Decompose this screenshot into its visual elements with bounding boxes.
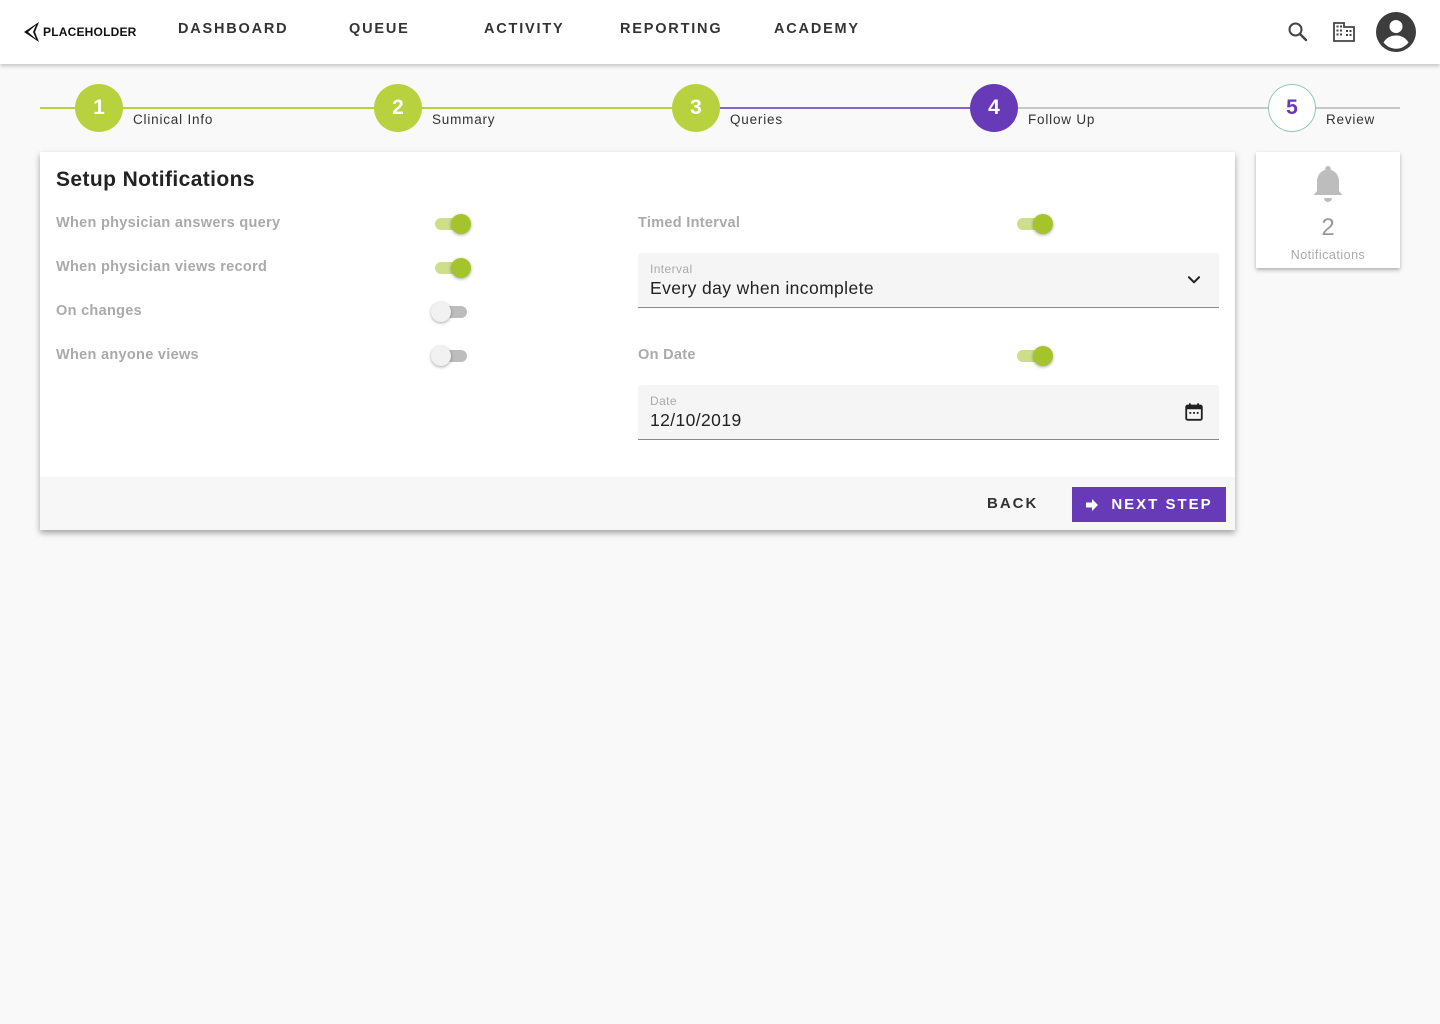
progress-stepper: 1 Clinical Info 2 Summary 3 Queries 4 Fo… [0,80,1440,140]
option-label-timed-interval: Timed Interval [638,215,741,231]
step-2-label[interactable]: Summary [432,112,495,127]
step-1-label[interactable]: Clinical Info [133,112,213,127]
option-label-answers-query: When physician answers query [56,215,281,231]
step-4-label[interactable]: Follow Up [1028,112,1095,127]
building-icon[interactable] [1332,20,1356,44]
search-icon[interactable] [1286,20,1310,44]
logo-arrow-icon [24,22,39,42]
logo[interactable]: PLACEHOLDER [22,20,137,44]
account-circle-icon[interactable] [1375,11,1417,53]
setup-notifications-card: Setup Notifications When physician answe… [40,152,1235,530]
notifications-label: Notifications [1290,248,1366,262]
date-field[interactable]: Date 12/10/2019 [638,385,1219,440]
toggle-timed-interval[interactable] [1015,212,1055,236]
option-label-on-changes: On changes [56,303,142,319]
nav-queue[interactable]: QUEUE [349,21,410,37]
interval-select-label: Interval [650,262,693,276]
toggle-answers-query[interactable] [433,212,473,236]
step-3-circle[interactable]: 3 [672,84,720,132]
toggle-on-date[interactable] [1015,344,1055,368]
toggle-anyone-views[interactable] [431,344,471,368]
stepper-line-active [695,107,993,109]
option-label-views-record: When physician views record [56,259,268,275]
interval-select[interactable]: Interval Every day when incomplete [638,253,1219,308]
next-step-button[interactable]: NEXT STEP [1072,487,1226,522]
notifications-count: 2 [1321,214,1335,241]
nav-academy[interactable]: ACADEMY [774,21,860,37]
nav-activity[interactable]: ACTIVITY [484,21,564,37]
date-field-value: 12/10/2019 [650,410,742,430]
nav-dashboard[interactable]: DASHBOARD [178,21,288,37]
bell-icon [1313,166,1343,202]
toggle-on-changes[interactable] [431,300,471,324]
notifications-panel[interactable]: 2 Notifications [1256,152,1400,268]
card-title: Setup Notifications [56,168,255,191]
step-2-circle[interactable]: 2 [374,84,422,132]
back-button[interactable]: BACK [987,495,1038,512]
step-4-circle[interactable]: 4 [970,84,1018,132]
top-app-bar: PLACEHOLDER DASHBOARD QUEUE ACTIVITY REP… [0,0,1440,64]
nav-reporting[interactable]: REPORTING [620,21,722,37]
option-label-anyone-views: When anyone views [56,347,199,363]
step-3-label[interactable]: Queries [730,112,783,127]
chevron-down-icon [1187,276,1201,284]
next-step-label: NEXT STEP [1111,496,1213,513]
step-5-label[interactable]: Review [1326,112,1375,127]
calendar-icon[interactable] [1183,401,1205,423]
step-5-circle[interactable]: 5 [1268,84,1316,132]
stepper-line-complete [40,107,695,109]
arrow-right-icon [1086,498,1099,511]
option-label-on-date: On Date [638,347,696,363]
toggle-views-record[interactable] [433,256,473,280]
date-field-label: Date [650,394,677,408]
logo-text: PLACEHOLDER [43,25,137,39]
stepper-line-upcoming [993,107,1400,109]
step-1-circle[interactable]: 1 [75,84,123,132]
interval-select-value: Every day when incomplete [650,278,874,298]
card-footer: BACK NEXT STEP [40,477,1235,530]
